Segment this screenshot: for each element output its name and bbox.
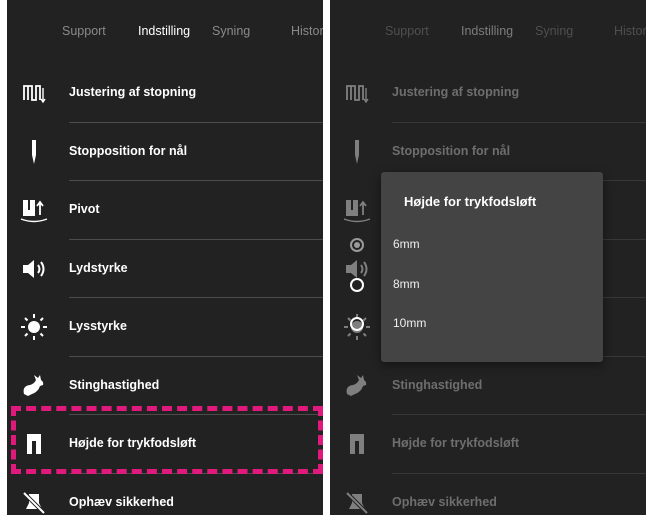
- setting-safety-override[interactable]: Ophæv sikkerhed: [7, 474, 323, 515]
- setting-stitch-speed[interactable]: Stinghastighed: [7, 357, 323, 416]
- setting-label: Pivot: [69, 202, 100, 216]
- safety-off-icon: [19, 488, 49, 515]
- setting-label: Stopposition for nål: [392, 143, 511, 158]
- tab-indstilling[interactable]: Indstilling: [138, 24, 190, 38]
- option-label: 10mm: [393, 316, 427, 330]
- setting-volume[interactable]: Lydstyrke: [7, 240, 323, 299]
- settings-screen-dialog: Support Indstilling Syning Historik Just…: [330, 0, 646, 515]
- setting-safety-override[interactable]: Ophæv sikkerhed: [330, 474, 646, 515]
- presser-foot-icon: [19, 429, 49, 459]
- stitch-adjust-icon: [342, 78, 372, 108]
- safety-off-icon: [342, 488, 372, 515]
- tab-bar: Support Indstilling Syning Historik: [7, 0, 323, 64]
- radio-selected[interactable]: [350, 238, 364, 252]
- setting-label: Højde for trykfodsløft: [392, 436, 520, 450]
- setting-label: Stinghastighed: [69, 377, 160, 392]
- option-label: 8mm: [393, 277, 420, 291]
- setting-label: Ophæv sikkerhed: [69, 494, 174, 509]
- setting-label: Lydstyrke: [69, 260, 128, 275]
- setting-label: Lysstyrke: [69, 319, 127, 333]
- tab-syning[interactable]: Syning: [212, 24, 250, 38]
- setting-stitch-adjust[interactable]: Justering af stopning: [330, 64, 646, 123]
- stitch-adjust-icon: [19, 78, 49, 108]
- tab-bar: Support Indstilling Syning Historik: [330, 0, 646, 64]
- presser-foot-icon: [342, 429, 372, 459]
- tab-historik[interactable]: Historik: [614, 24, 646, 38]
- option-label: 6mm: [393, 237, 420, 251]
- setting-stitch-adjust[interactable]: Justering af stopning: [7, 64, 323, 123]
- setting-label: Stinghastighed: [392, 377, 483, 392]
- setting-label: Justering af stopning: [69, 85, 197, 99]
- rabbit-icon: [19, 371, 49, 401]
- settings-screen: Support Indstilling Syning Historik Just…: [7, 0, 323, 515]
- rabbit-icon: [342, 371, 372, 401]
- setting-label: Ophæv sikkerhed: [392, 494, 497, 509]
- speaker-icon: [19, 254, 49, 284]
- brightness-icon: [19, 312, 49, 342]
- setting-presser-foot-height[interactable]: Højde for trykfodsløft: [7, 415, 323, 474]
- radio-unselected[interactable]: [350, 278, 364, 292]
- tab-support[interactable]: Support: [62, 24, 106, 38]
- option-10mm[interactable]: 10mm: [350, 310, 530, 340]
- option-8mm[interactable]: 8mm: [350, 271, 530, 301]
- setting-label: Stopposition for nål: [69, 143, 188, 158]
- option-6mm[interactable]: 6mm: [350, 231, 530, 261]
- settings-list: Justering af stopning Stopposition for n…: [7, 64, 323, 515]
- setting-stitch-speed[interactable]: Stinghastighed: [330, 357, 646, 416]
- tab-historik[interactable]: Historik: [291, 24, 323, 38]
- pivot-icon: [342, 195, 372, 225]
- setting-presser-foot-height[interactable]: Højde for trykfodsløft: [330, 415, 646, 474]
- dialog-title: Højde for trykfodsløft: [404, 194, 537, 209]
- setting-label: Højde for trykfodsløft: [69, 436, 197, 450]
- setting-label: Justering af stopning: [392, 85, 520, 99]
- setting-needle-stop[interactable]: Stopposition for nål: [7, 123, 323, 182]
- pivot-icon: [19, 195, 49, 225]
- tab-support[interactable]: Support: [385, 24, 429, 38]
- radio-unselected[interactable]: [350, 317, 364, 331]
- needle-icon: [19, 137, 49, 167]
- setting-brightness[interactable]: Lysstyrke: [7, 298, 323, 357]
- tab-syning[interactable]: Syning: [535, 24, 573, 38]
- setting-pivot[interactable]: Pivot: [7, 181, 323, 240]
- tab-indstilling[interactable]: Indstilling: [461, 24, 513, 38]
- needle-icon: [342, 137, 372, 167]
